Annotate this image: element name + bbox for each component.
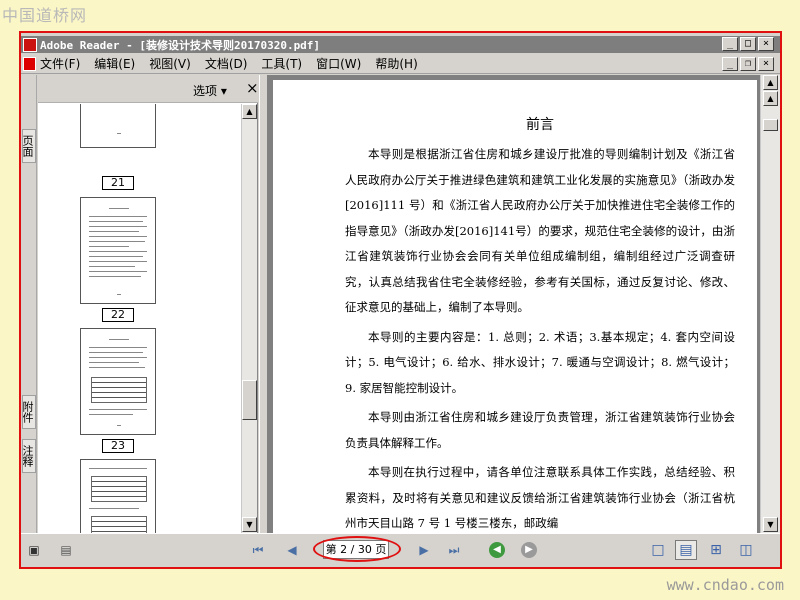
paragraph-3: 本导则由浙江省住房和城乡建设厅负责管理，浙江省建筑装饰行业协会负责具体解释工作。 <box>345 410 735 450</box>
thumbnail-scrollbar[interactable]: ▲ ▼ <box>241 104 257 533</box>
window-title: Adobe Reader - [装修设计技术导则20170320.pdf] <box>40 38 321 52</box>
menu-document[interactable]: 文档(D) <box>205 55 248 72</box>
doc-close-button[interactable]: × <box>758 57 774 71</box>
navigation-tabs: 页面 附件 注释 <box>21 75 37 533</box>
document-page: 前言 本导则是根据浙江省住房和城乡建设厅批准的导则编制计划及《浙江省人民政府办公… <box>273 80 757 533</box>
page-number-label: 23 <box>102 439 134 453</box>
menu-tools[interactable]: 工具(T) <box>261 55 302 72</box>
watermark-bottom: www.cndao.com <box>666 576 784 594</box>
panel-close-icon[interactable]: × <box>246 79 259 97</box>
tab-attachments[interactable]: 附件 <box>21 395 36 429</box>
thumbnail-page-20[interactable] <box>80 104 156 148</box>
facing-view-icon[interactable]: ⊞ <box>705 540 727 560</box>
minimize-button[interactable]: _ <box>722 37 738 51</box>
scrollbar-thumb[interactable] <box>763 119 778 131</box>
menu-help[interactable]: 帮助(H) <box>375 55 417 72</box>
first-page-icon[interactable]: ⏮ <box>251 543 265 557</box>
menu-bar: 文件(F) 编辑(E) 视图(V) 文档(D) 工具(T) 窗口(W) 帮助(H… <box>21 54 780 74</box>
thumbnail-page-23[interactable] <box>80 459 156 533</box>
document-title: 前言 <box>526 117 554 133</box>
page-number-label: 22 <box>102 308 134 322</box>
close-button[interactable]: × <box>758 37 774 51</box>
options-button[interactable]: 选项 ▾ <box>193 82 227 99</box>
scrollbar-thumb[interactable] <box>242 380 257 420</box>
paragraph-4: 本导则在执行过程中，请各单位注意联系具体工作实践，总结经验、积累资料，及时将有关… <box>345 465 735 530</box>
pages-panel: 选项 ▾ × 21 22 23 ▲ ▼ <box>38 75 259 533</box>
tab-comments[interactable]: 注释 <box>21 439 36 473</box>
paragraph-1: 本导则是根据浙江省住房和城乡建设厅批准的导则编制计划及《浙江省人民政府办公厅关于… <box>345 147 735 314</box>
document-scrollbar[interactable]: ▲ ▲ ▼ <box>760 75 780 533</box>
menu-edit[interactable]: 编辑(E) <box>94 55 135 72</box>
continuous-view-icon[interactable]: ▤ <box>675 540 697 560</box>
document-icon[interactable] <box>23 56 36 71</box>
tab-pages[interactable]: 页面 <box>21 129 36 163</box>
scroll-down-icon[interactable]: ▼ <box>242 517 257 532</box>
panel-splitter[interactable] <box>259 75 267 533</box>
title-bar: Adobe Reader - [装修设计技术导则20170320.pdf] _ … <box>21 36 780 53</box>
page-size-icon[interactable]: ▤ <box>59 543 73 557</box>
continuous-facing-view-icon[interactable]: ◫ <box>735 540 757 560</box>
single-page-view-icon[interactable]: □ <box>647 540 669 560</box>
panel-header: 选项 ▾ × <box>38 75 259 103</box>
adobe-reader-icon <box>23 37 37 52</box>
watermark-top: 中国道桥网 <box>2 6 88 25</box>
window-icon[interactable]: ▣ <box>27 543 41 557</box>
menu-window[interactable]: 窗口(W) <box>316 55 361 72</box>
doc-minimize-button[interactable]: _ <box>722 57 738 71</box>
restore-button[interactable]: □ <box>740 37 756 51</box>
status-bar: ▣ ▤ ⏮ ◀ 第 2 / 30 页 ▶ ⏭ ◀ ▶ □ ▤ ⊞ ◫ <box>21 533 780 567</box>
next-page-icon[interactable]: ▶ <box>417 543 431 557</box>
app-window: Adobe Reader - [装修设计技术导则20170320.pdf] _ … <box>19 31 782 569</box>
scroll-down-icon[interactable]: ▼ <box>763 517 778 532</box>
scroll-up-page-icon[interactable]: ▲ <box>763 91 778 106</box>
menu-view[interactable]: 视图(V) <box>149 55 191 72</box>
thumbnail-page-22[interactable] <box>80 328 156 435</box>
scroll-up-icon[interactable]: ▲ <box>763 75 778 90</box>
go-back-icon[interactable]: ◀ <box>489 542 505 558</box>
document-view: 前言 本导则是根据浙江省住房和城乡建设厅批准的导则编制计划及《浙江省人民政府办公… <box>267 75 760 533</box>
thumbnail-list: 21 22 23 <box>38 104 241 533</box>
last-page-icon[interactable]: ⏭ <box>447 543 461 557</box>
previous-page-icon[interactable]: ◀ <box>285 543 299 557</box>
paragraph-2: 本导则的主要内容是：1. 总则；2. 术语；3.基本规定；4. 套内空间设计；5… <box>345 329 735 395</box>
thumbnail-page-21[interactable] <box>80 197 156 304</box>
scroll-up-icon[interactable]: ▲ <box>242 104 257 119</box>
go-forward-icon[interactable]: ▶ <box>521 542 537 558</box>
page-number-label: 21 <box>102 176 134 190</box>
doc-restore-button[interactable]: ❐ <box>740 57 756 71</box>
page-number-highlight <box>313 536 401 562</box>
menu-file[interactable]: 文件(F) <box>40 55 80 72</box>
